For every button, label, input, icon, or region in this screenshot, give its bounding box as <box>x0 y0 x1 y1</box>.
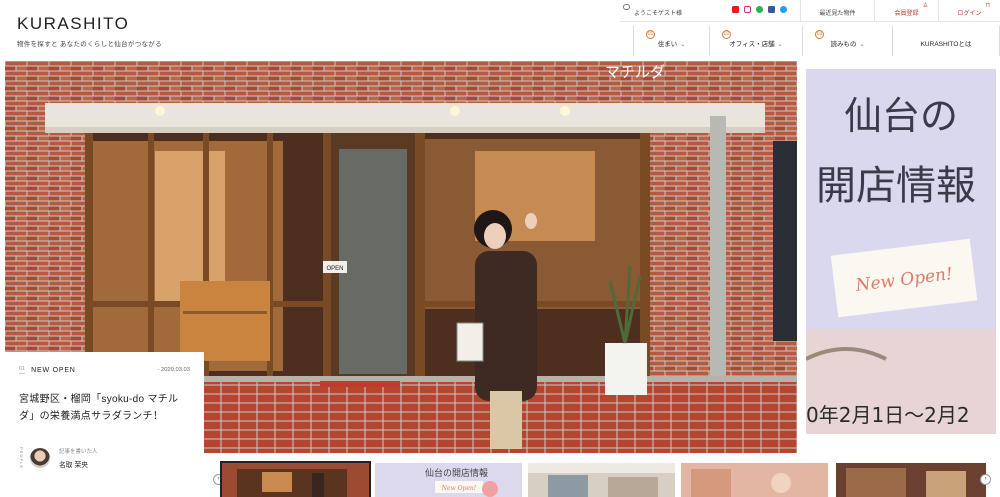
door-sign: OPEN <box>326 266 343 272</box>
banner-date: 0年2月1日～2月2 <box>806 403 970 427</box>
slide-thumbnails: ‹ 仙台の開店情報 New Open! › <box>0 460 1000 497</box>
member-register-link[interactable]: ♙ 会員登録 <box>874 0 938 22</box>
nav-number: 02 <box>722 30 731 39</box>
article-category: NEW OPEN <box>31 366 76 374</box>
instagram-icon[interactable] <box>744 6 751 13</box>
chevron-down-icon: ⌄ <box>777 42 783 48</box>
thumbnail-slide-3[interactable] <box>528 463 675 497</box>
nav-number: 03 <box>815 30 824 39</box>
recent-properties-link[interactable]: 最近見た物件 <box>800 0 874 22</box>
youtube-icon[interactable] <box>732 6 739 13</box>
facebook-icon[interactable] <box>768 6 775 13</box>
nav-office-shop[interactable]: 02 オフィス・店舗 ⌄ <box>709 26 802 56</box>
nav-about[interactable]: KURASHITOとは <box>892 26 1000 56</box>
side-banner-opening-info[interactable]: 仙台の 開店情報 New Open! 0年2月1日～2月2 <box>806 69 996 434</box>
main-nav: 01 住まい ⌄ 02 オフィス・店舗 ⌄ 03 読みもの ⌄ KURASHITOとは <box>633 26 1000 56</box>
site-tagline: 物件を探すと あなたのくらしと仙台がつながる <box>17 41 162 48</box>
chevron-down-icon: ⌄ <box>680 42 686 48</box>
article-title[interactable]: 宮城野区・榴岡「syoku-do マチルダ」の栄養満点サラダランチ！ <box>19 391 190 425</box>
top-utility-bar: ようこそゲスト様 最近見た物件 ♙ 会員登録 ⊓ ログイン <box>620 0 1000 22</box>
thumbnail-slide-5[interactable] <box>836 463 986 497</box>
lock-icon: ⊓ <box>985 3 990 9</box>
twitter-icon[interactable] <box>780 6 787 13</box>
nav-housing[interactable]: 01 住まい ⌄ <box>633 26 709 56</box>
nav-readings[interactable]: 03 読みもの ⌄ <box>802 26 892 56</box>
nav-office-shop-label: オフィス・店舗 <box>729 41 775 48</box>
shop-sign: マチルダ <box>605 63 665 81</box>
thumbnail-slide-1[interactable] <box>220 461 371 497</box>
nav-readings-label: 読みもの <box>830 41 857 48</box>
recent-properties-label: 最近見た物件 <box>819 11 856 17</box>
article-date: - 2020.03.03 <box>157 367 190 373</box>
chevron-down-icon: ⌄ <box>859 42 865 48</box>
social-links <box>732 6 787 13</box>
thumbnail-badge: New Open! <box>441 485 477 492</box>
login-label: ログイン <box>957 11 982 17</box>
nav-number: 01 <box>646 30 655 39</box>
thumbnail-slide-4[interactable] <box>681 463 828 497</box>
line-icon[interactable] <box>756 6 763 13</box>
banner-line1: 仙台の <box>844 94 958 138</box>
login-link[interactable]: ⊓ ログイン <box>938 0 1000 22</box>
thumbnail-text: 仙台の開店情報 <box>425 467 488 479</box>
article-index: 01 <box>19 366 26 374</box>
thumbnail-slide-2[interactable]: 仙台の開店情報 New Open! <box>375 463 522 497</box>
nav-about-label: KURASHITOとは <box>920 41 972 48</box>
site-logo[interactable]: KURASHITO <box>17 14 129 34</box>
author-caption: 記事を書いた人 <box>59 449 98 455</box>
welcome-text: ようこそゲスト様 <box>634 11 683 17</box>
member-register-label: 会員登録 <box>894 11 919 17</box>
article-meta: 01 NEW OPEN - 2020.03.03 <box>19 366 190 374</box>
chat-icon <box>623 4 630 10</box>
nav-housing-label: 住まい <box>657 41 678 48</box>
member-icon: ♙ <box>922 3 928 9</box>
carousel-next-button[interactable]: › <box>980 474 991 485</box>
banner-line2: 開店情報 <box>816 163 976 209</box>
